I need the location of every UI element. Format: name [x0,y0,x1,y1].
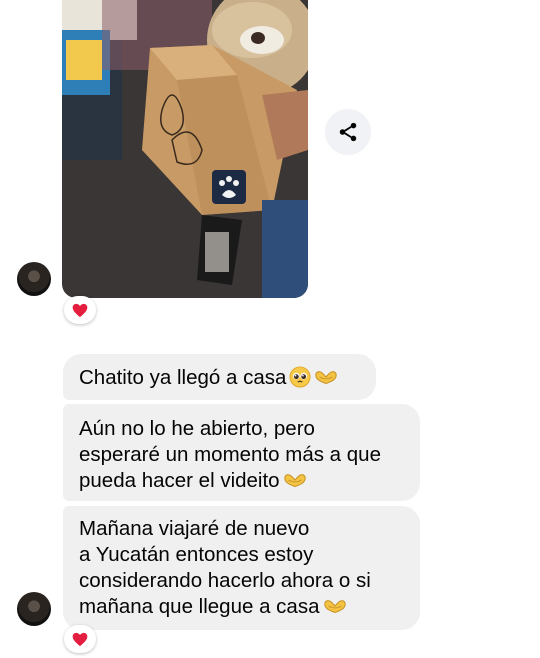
photo-attachment[interactable] [62,0,308,298]
reaction-badge[interactable] [64,296,96,324]
share-icon [339,122,357,142]
message-text: Chatito ya llegó a casa [79,366,287,389]
message-text-line: mañana que llegue a casa [79,594,404,620]
sender-avatar[interactable] [17,262,51,296]
pleading-face-emoji-icon [289,366,311,388]
heart-hands-emoji-icon [283,474,306,488]
message-bubble[interactable]: Chatito ya llegó a casa [63,354,376,400]
message-text: a Yucatán entonces estoy [79,543,314,566]
heart-icon [72,303,88,317]
message-bubble[interactable]: Aún no lo he abierto, pero esperaré un m… [63,404,420,501]
heart-hands-emoji-icon [315,371,338,385]
message-text: Aún no lo he abierto, pero [79,417,315,440]
message-text: considerando hacerlo ahora o si [79,569,371,592]
message-bubble[interactable]: Mañana viajaré de nuevo a Yucatán entonc… [63,506,420,630]
heart-hands-emoji-icon [323,600,346,614]
share-button[interactable] [325,109,371,155]
message-text: pueda hacer el videito [79,469,280,492]
message-text: esperaré un momento más a que [79,443,381,466]
message-text-line: pueda hacer el videito [79,468,404,494]
sender-avatar[interactable] [17,592,51,626]
message-text-line: Chatito ya llegó a casa [79,365,360,391]
message-text: mañana que llegue a casa [79,595,320,618]
heart-icon [72,632,88,646]
reaction-badge[interactable] [64,625,96,653]
message-text: Mañana viajaré de nuevo [79,517,310,540]
